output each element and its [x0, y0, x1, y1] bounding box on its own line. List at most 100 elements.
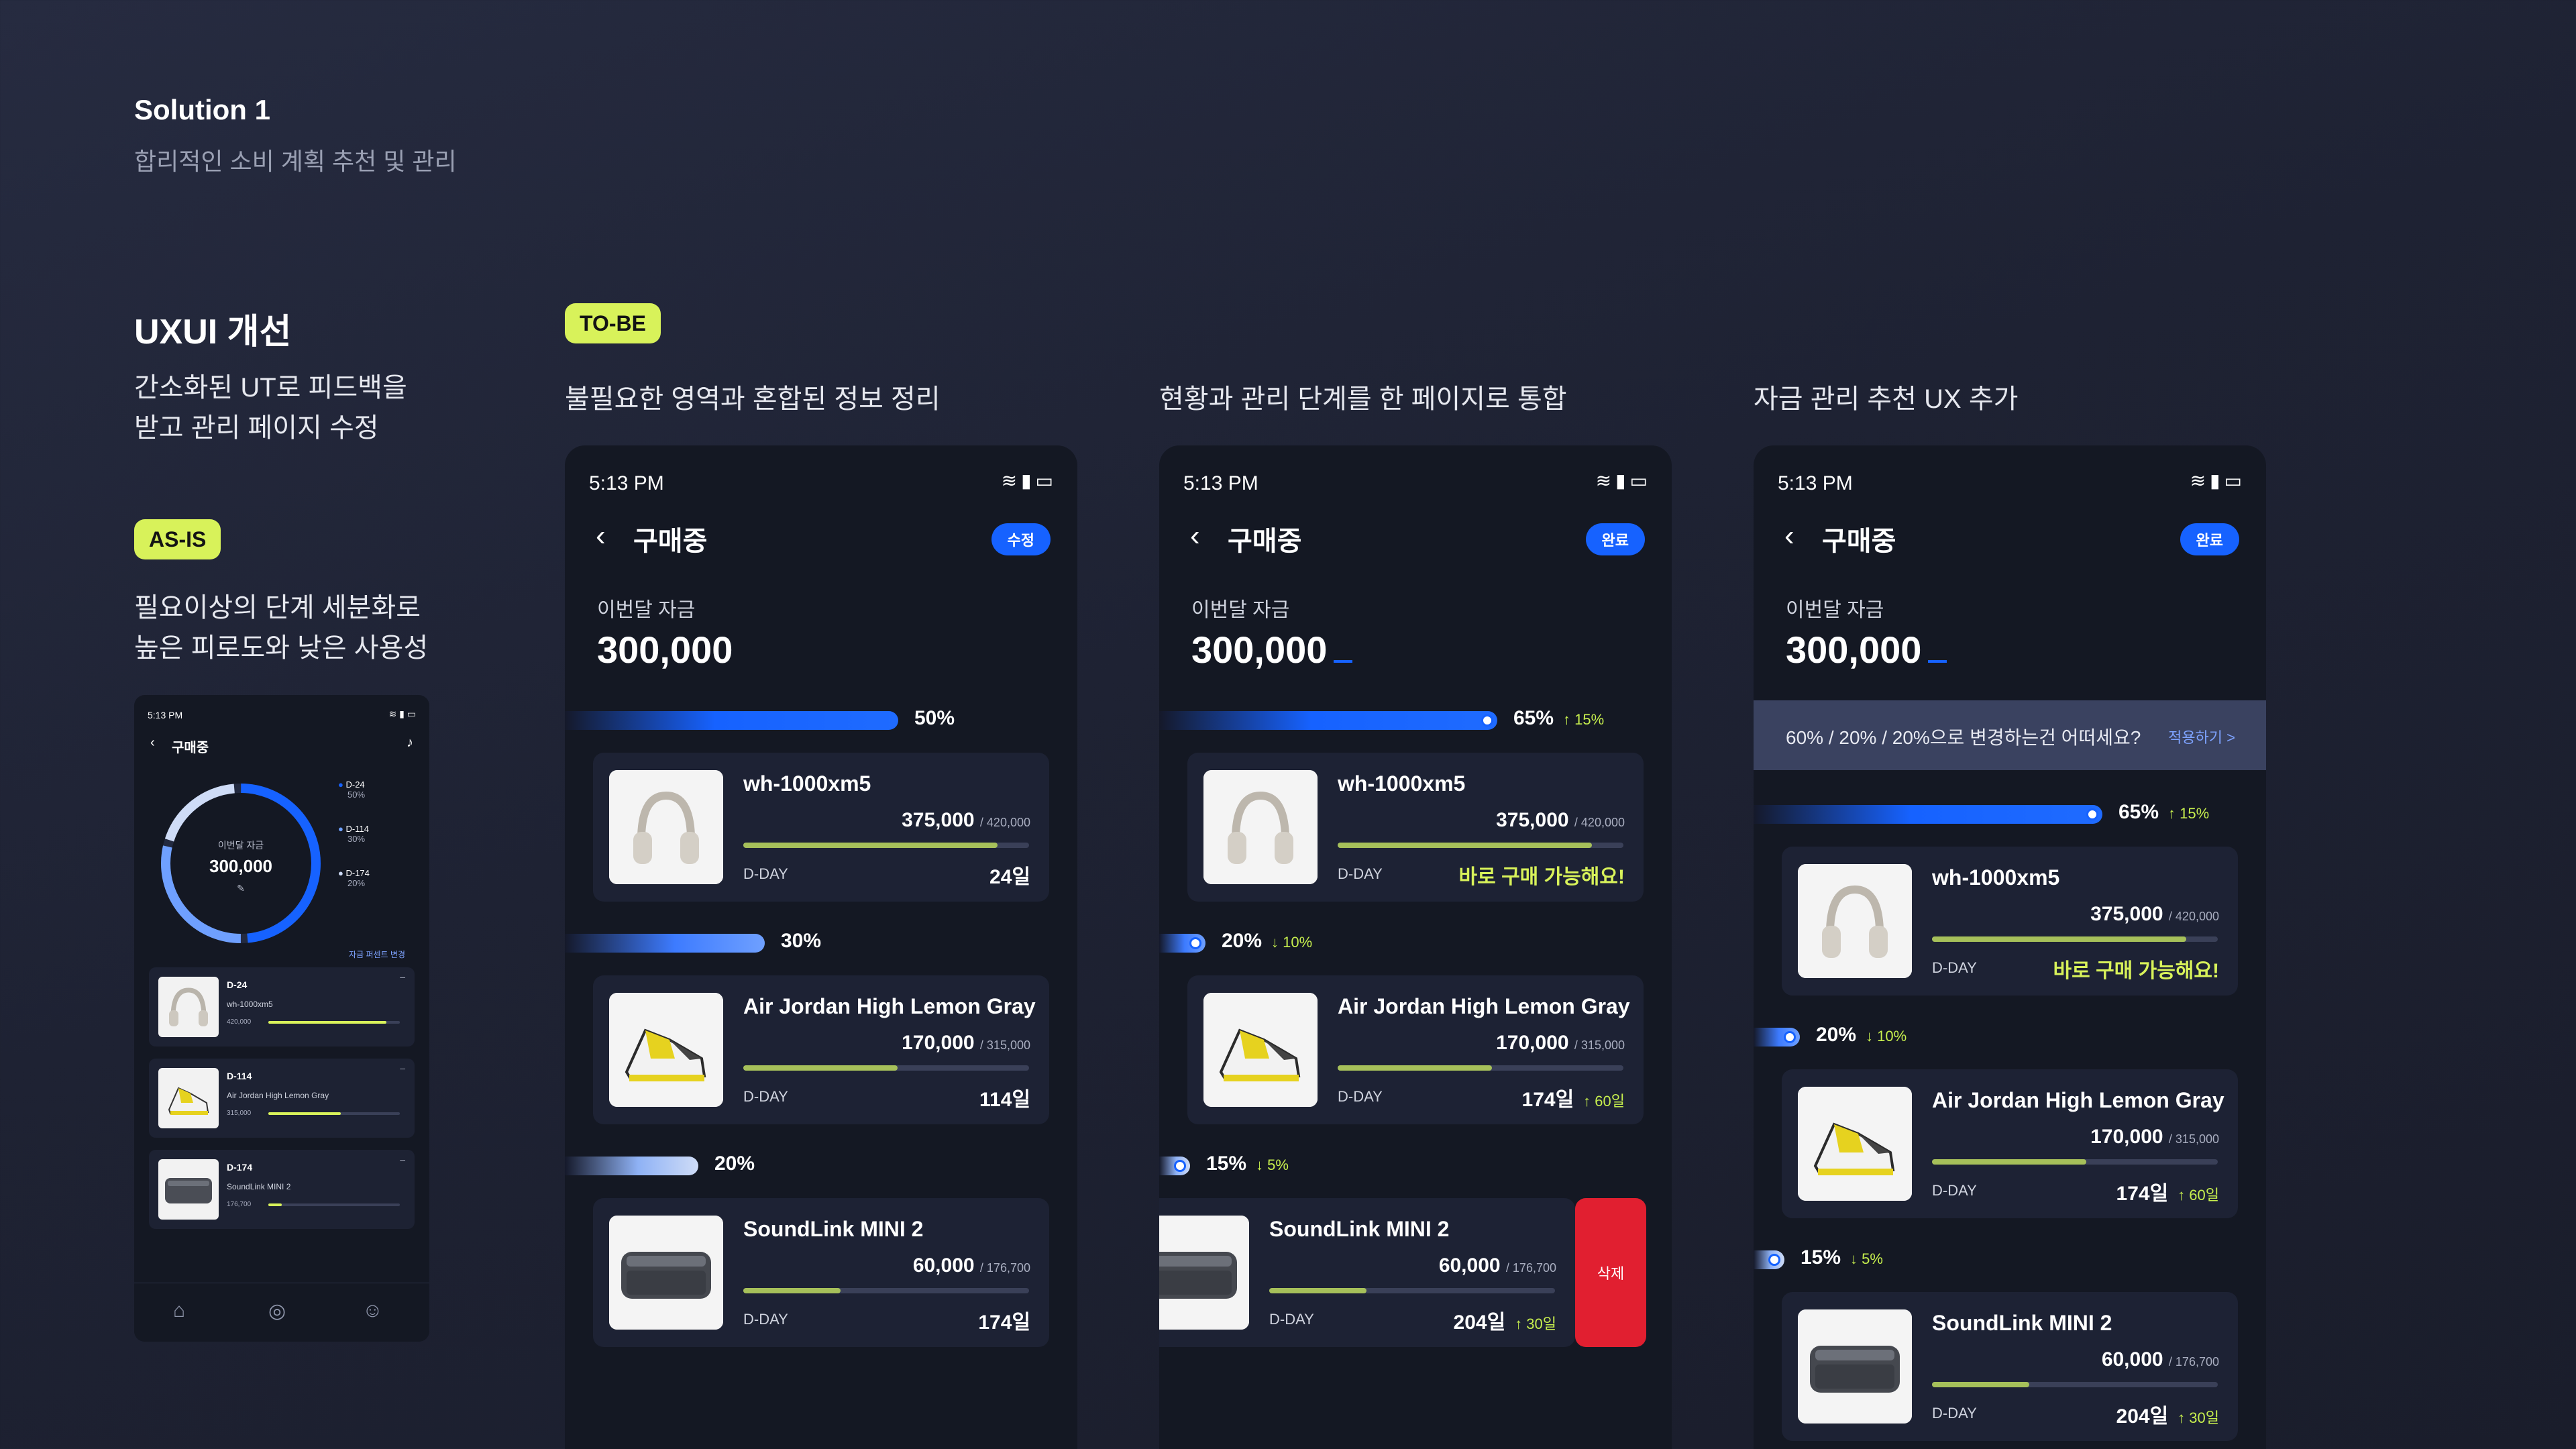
slider-knob[interactable]: [1768, 1254, 1780, 1266]
mini-back-icon[interactable]: ‹: [150, 735, 155, 751]
product-price: 60,000 / 176,700: [912, 1254, 1030, 1277]
mini-item-card[interactable]: D-114 Air Jordan High Lemon Gray 315,000…: [149, 1059, 415, 1138]
product-total: / 420,000: [1574, 816, 1625, 829]
item-card[interactable]: Air Jordan High Lemon Gray 170,000 / 315…: [593, 975, 1049, 1124]
column-heading-1: 불필요한 영역과 혼합된 정보 정리: [565, 384, 941, 414]
percent-delta: ↓ 10%: [1271, 934, 1313, 951]
header-action-button[interactable]: 완료: [1585, 523, 1645, 555]
mini-ratio-link[interactable]: 자금 퍼센트 변경: [349, 949, 405, 960]
battery-icon: ▭: [1629, 470, 1648, 491]
signal-icon: ▮: [2210, 470, 2220, 491]
asis-badge: AS-IS: [134, 519, 221, 559]
mini-item-card[interactable]: D-174 SoundLink MINI 2 176,700 –: [149, 1150, 415, 1229]
bell-icon[interactable]: ♪: [407, 735, 413, 751]
ready-message: 바로 구매 가능해요!: [1458, 866, 1625, 888]
slider-knob[interactable]: [1174, 1160, 1186, 1172]
slider-knob[interactable]: [1481, 714, 1493, 727]
allocation-bar[interactable]: [1159, 934, 1205, 953]
tobe-badge: TO-BE: [565, 303, 661, 343]
days-delta: ↑ 30일: [1515, 1316, 1556, 1332]
allocation-bar[interactable]: [1754, 1250, 1784, 1269]
allocation-bar[interactable]: [1159, 711, 1497, 730]
allocation-percent: 15% ↓ 5%: [1206, 1152, 1289, 1175]
item-card[interactable]: SoundLink MINI 2 60,000 / 176,700 D-DAY …: [1159, 1198, 1575, 1347]
text-cursor: [1928, 660, 1947, 663]
percent-delta: ↑ 15%: [2168, 805, 2210, 822]
item-card[interactable]: Air Jordan High Lemon Gray 170,000 / 315…: [1187, 975, 1644, 1124]
saving-progress: [743, 843, 1029, 848]
mini-item-card[interactable]: D-24 wh-1000xm5 420,000 –: [149, 967, 415, 1046]
fund-value-row[interactable]: 300,000: [1786, 628, 1947, 672]
allocation-percent: 30%: [781, 930, 822, 952]
product-name: wh-1000xm5: [1932, 865, 2060, 890]
header-action-button[interactable]: 완료: [2180, 523, 2239, 555]
mini-progress-fill: [268, 1112, 341, 1115]
back-icon[interactable]: ‹: [1190, 519, 1200, 553]
mini-item-name: SoundLink MINI 2: [227, 1182, 291, 1191]
allocation-bar[interactable]: [1754, 805, 2102, 824]
profile-icon[interactable]: ☺: [362, 1299, 383, 1322]
home-icon[interactable]: ⌂: [173, 1299, 185, 1322]
item-card[interactable]: SoundLink MINI 2 60,000 / 176,700 D-DAY …: [1782, 1292, 2238, 1441]
days-left: 114일: [979, 1089, 1030, 1111]
saving-progress: [1932, 1382, 2218, 1387]
asis-description: 필요이상의 단계 세분화로 높은 피로도와 낮은 사용성: [134, 588, 510, 668]
asis-desc-line1: 필요이상의 단계 세분화로: [134, 593, 421, 623]
saving-progress-fill: [1932, 1159, 2087, 1165]
mini-menu-icon[interactable]: –: [400, 1154, 405, 1165]
wifi-icon: ≋: [2190, 470, 2206, 491]
product-total: / 420,000: [2168, 910, 2219, 923]
allocation-percent: 20%: [714, 1152, 755, 1175]
fund-label: 이번달 자금: [1786, 599, 1884, 621]
pencil-icon[interactable]: ✎: [157, 883, 325, 894]
product-thumbnail: [1203, 770, 1318, 884]
delete-button[interactable]: 삭제: [1575, 1198, 1646, 1347]
mini-item-dday: D-24: [227, 979, 248, 990]
slider-knob[interactable]: [1189, 937, 1201, 949]
header-action-button[interactable]: 수정: [991, 523, 1051, 555]
uxui-desc-line1: 간소화된 UT로 피드백을: [134, 373, 407, 402]
item-card[interactable]: SoundLink MINI 2 60,000 / 176,700 D-DAY …: [593, 1198, 1049, 1347]
saving-progress: [1932, 1159, 2218, 1165]
fund-value: 300,000: [597, 629, 733, 671]
allocation-bar: [565, 711, 898, 730]
allocation-bar[interactable]: [1754, 1028, 1800, 1046]
mini-legend: ● D-24 50% ● D-114 30% ● D-174 20%: [338, 780, 370, 912]
page-title: 구매중: [1228, 527, 1302, 556]
percent-delta: ↑ 15%: [1563, 711, 1605, 728]
saving-progress: [743, 1065, 1029, 1071]
days-left: 24일: [989, 866, 1030, 888]
item-card[interactable]: wh-1000xm5 375,000 / 420,000 D-DAY 바로 구매…: [1187, 753, 1644, 902]
allocation-percent: 65% ↑ 15%: [1513, 707, 1605, 729]
item-card[interactable]: wh-1000xm5 375,000 / 420,000 D-DAY 24일: [593, 753, 1049, 902]
apply-suggestion-button[interactable]: 적용하기 >: [2168, 726, 2235, 747]
dday-label: D-DAY: [1338, 1088, 1383, 1105]
back-icon[interactable]: ‹: [596, 519, 606, 553]
mini-status-time: 5:13 PM: [148, 710, 183, 720]
saving-progress-fill: [1338, 843, 1593, 848]
mini-menu-icon[interactable]: –: [400, 1063, 405, 1073]
allocation-bar[interactable]: [1159, 1157, 1190, 1175]
wifi-icon: ≋: [1595, 470, 1612, 491]
product-price: 375,000 / 420,000: [2090, 903, 2219, 925]
product-total: / 315,000: [1574, 1038, 1625, 1052]
saving-progress: [1338, 843, 1623, 848]
dday-label: D-DAY: [1932, 959, 1977, 976]
item-card[interactable]: Air Jordan High Lemon Gray 170,000 / 315…: [1782, 1069, 2238, 1218]
back-icon[interactable]: ‹: [1784, 519, 1794, 553]
slider-knob[interactable]: [1784, 1031, 1796, 1043]
uxui-description: 간소화된 UT로 피드백을 받고 관리 페이지 수정: [134, 368, 510, 448]
product-thumbnail: [609, 1216, 723, 1330]
text-cursor: [1334, 660, 1353, 663]
fund-value-row[interactable]: 300,000: [1191, 628, 1353, 672]
saving-progress-fill: [1338, 1065, 1493, 1071]
slider-knob[interactable]: [2086, 808, 2098, 820]
mini-ring-value: 300,000: [209, 856, 272, 876]
mini-progress-fill: [268, 1021, 387, 1024]
product-price: 60,000 / 176,700: [2101, 1348, 2219, 1371]
mini-menu-icon[interactable]: –: [400, 971, 405, 982]
fund-value: 300,000: [1191, 629, 1328, 671]
dday-label: D-DAY: [743, 865, 788, 882]
item-card[interactable]: wh-1000xm5 375,000 / 420,000 D-DAY 바로 구매…: [1782, 847, 2238, 996]
compass-icon[interactable]: ◎: [268, 1299, 286, 1323]
